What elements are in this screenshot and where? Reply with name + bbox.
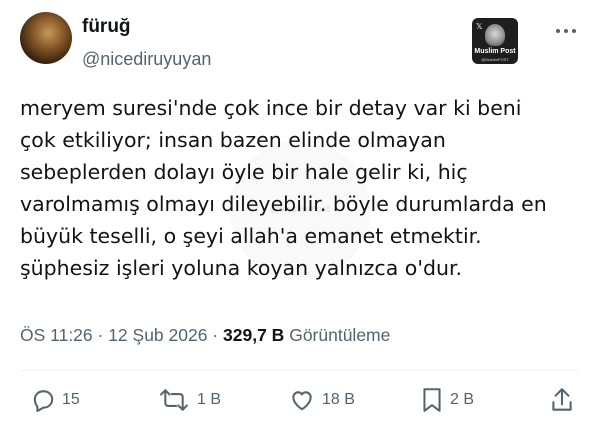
retweet-button[interactable]: 1 B <box>157 386 221 414</box>
tweet-line: sebeplerden dolayı öyle bir hale gelir k… <box>20 160 468 184</box>
views-count: 329,7 B <box>223 325 285 345</box>
muslim-post-badge[interactable]: 𝕏 Muslim Post @MuslimPOST <box>472 18 518 64</box>
tweet-text: meryem suresi'nde çok ince bir detay var… <box>20 92 580 284</box>
tweet-time[interactable]: ÖS 11:26 <box>20 325 93 345</box>
retweet-count: 1 B <box>197 391 222 408</box>
share-button[interactable] <box>550 386 574 414</box>
meta-separator: · <box>207 325 224 345</box>
bookmark-count: 2 B <box>450 391 475 408</box>
x-logo-icon: 𝕏 <box>476 22 483 31</box>
like-button[interactable]: 18 B <box>288 386 355 414</box>
reply-button[interactable]: 15 <box>30 386 80 414</box>
author-avatar[interactable] <box>20 12 72 64</box>
retweet-icon <box>159 389 189 411</box>
more-options-icon[interactable] <box>556 26 578 36</box>
tweet-date[interactable]: 12 Şub 2026 <box>108 325 207 345</box>
divider <box>20 370 579 371</box>
like-count: 18 B <box>322 391 355 408</box>
tweet-line: çok etkiliyor; insan bazen elinde olmaya… <box>20 128 446 152</box>
tweet-line: varolmamış olmayı dileyebilir. böyle dur… <box>20 192 547 216</box>
badge-subtitle: @MuslimPOST <box>481 57 509 62</box>
reply-icon <box>33 390 54 412</box>
views-label: Görüntüleme <box>289 325 391 345</box>
bookmark-button[interactable]: 2 B <box>420 386 474 414</box>
tweet-meta: ÖS 11:26 · 12 Şub 2026 · 329,7 B Görüntü… <box>20 325 390 346</box>
bookmark-icon <box>423 388 441 412</box>
action-bar: 15 1 B 18 B 2 B <box>0 382 599 418</box>
author-display-name[interactable]: füruğ <box>82 16 131 38</box>
meta-separator: · <box>92 325 109 345</box>
tweet-line: meryem suresi'nde çok ince bir detay var… <box>20 96 522 120</box>
tweet-line: büyük teselli, o şeyi allah'a emanet etm… <box>20 224 482 248</box>
reply-count: 15 <box>62 391 80 408</box>
author-handle[interactable]: @nicediruyuyan <box>82 49 211 70</box>
heart-icon <box>292 391 312 411</box>
badge-portrait <box>485 24 505 46</box>
badge-title: Muslim Post <box>474 48 516 55</box>
tweet-line: şüphesiz işleri yoluna koyan yalnızca o'… <box>20 256 463 280</box>
share-icon <box>552 388 572 411</box>
